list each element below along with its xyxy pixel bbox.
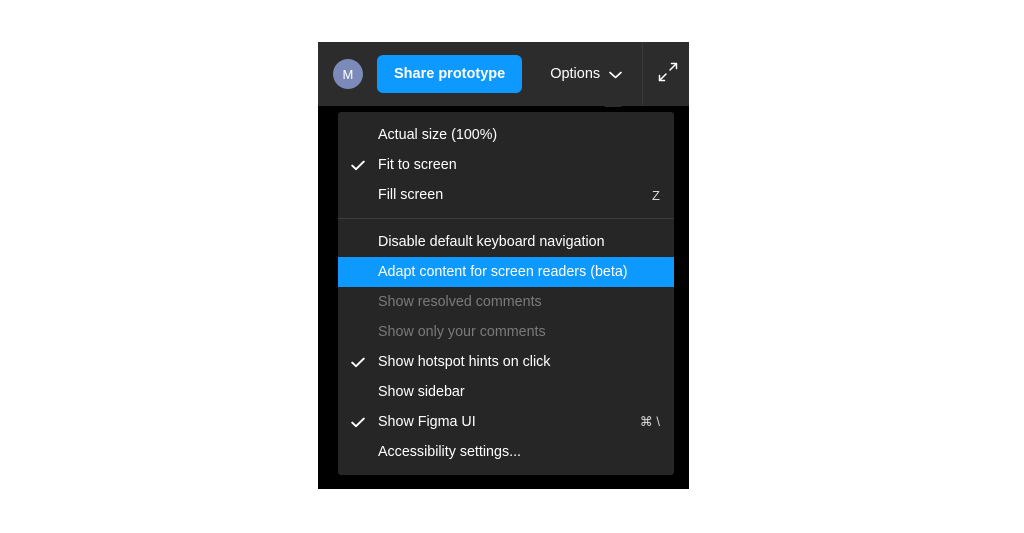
expand-fullscreen-button[interactable]	[643, 42, 693, 106]
menu-item-label: Show Figma UI	[378, 413, 476, 430]
menu-item[interactable]: Fit to screen	[338, 150, 674, 180]
menu-item-label: Show sidebar	[378, 383, 465, 400]
menu-caret	[604, 99, 622, 107]
prototype-toolbar: M Share prototype Options	[318, 42, 689, 106]
avatar-initial: M	[342, 66, 354, 82]
avatar[interactable]: M	[333, 59, 363, 89]
menu-item[interactable]: Adapt content for screen readers (beta)	[338, 257, 674, 287]
menu-item-label: Disable default keyboard navigation	[378, 233, 605, 250]
expand-fullscreen-icon	[657, 61, 679, 88]
menu-item-label: Show only your comments	[378, 323, 546, 340]
menu-item[interactable]: Show Figma UI ⌘ \	[338, 407, 674, 437]
menu-item[interactable]: Show sidebar	[338, 377, 674, 407]
menu-item-shortcut: Z	[652, 187, 660, 203]
share-prototype-button[interactable]: Share prototype	[377, 55, 523, 93]
menu-item-label: Actual size (100%)	[378, 126, 498, 143]
menu-divider	[338, 218, 674, 219]
menu-item-label: Adapt content for screen readers (beta)	[378, 263, 628, 280]
menu-item-label: Accessibility settings...	[378, 443, 522, 460]
menu-item[interactable]: Actual size (100%)	[338, 120, 674, 150]
prototype-panel: M Share prototype Options Actual size (1…	[318, 42, 689, 489]
menu-item-label: Show hotspot hints on click	[378, 353, 551, 370]
options-button[interactable]: Options	[550, 42, 622, 106]
menu-item-label: Fit to screen	[378, 156, 457, 173]
menu-item: Show resolved comments	[338, 287, 674, 317]
options-label: Options	[550, 66, 601, 82]
menu-item-label: Fill screen	[378, 186, 444, 203]
menu-item-label: Show resolved comments	[378, 293, 542, 310]
menu-item[interactable]: Disable default keyboard navigation	[338, 227, 674, 257]
menu-item[interactable]: Show hotspot hints on click	[338, 347, 674, 377]
check-icon	[338, 417, 378, 428]
menu-item[interactable]: Accessibility settings...	[338, 437, 674, 467]
share-prototype-label: Share prototype	[394, 66, 506, 82]
menu-item[interactable]: Fill screen Z	[338, 180, 674, 210]
menu-item: Show only your comments	[338, 317, 674, 347]
check-icon	[338, 160, 378, 171]
chevron-down-icon	[609, 71, 622, 79]
menu-item-shortcut: ⌘ \	[639, 414, 660, 429]
options-dropdown-menu: Actual size (100%) Fit to screen Fill scre…	[338, 112, 674, 475]
check-icon	[338, 357, 378, 368]
